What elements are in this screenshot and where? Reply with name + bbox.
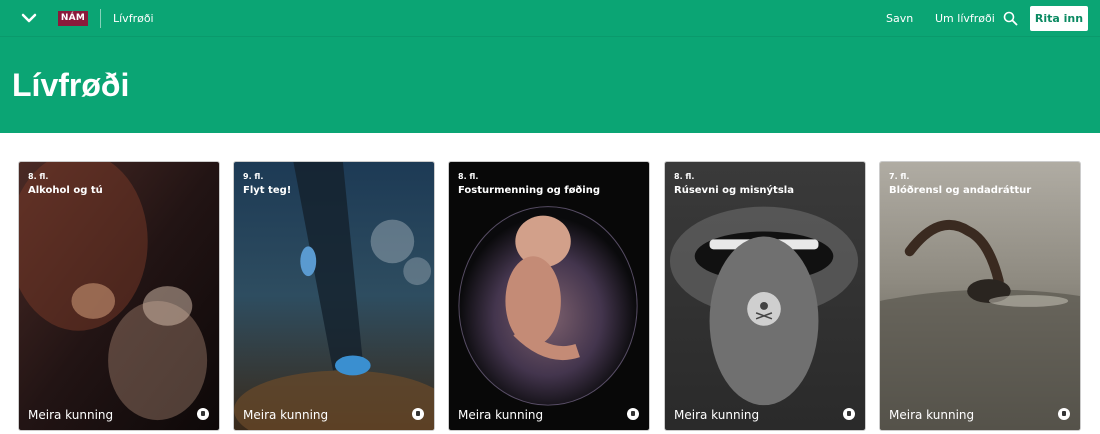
login-button[interactable]: Rita inn <box>1030 6 1088 31</box>
card-image <box>665 162 865 430</box>
card-more-link[interactable]: Meira kunning <box>674 407 759 423</box>
breadcrumb[interactable]: Lívfrøði <box>113 11 154 26</box>
card-more-link[interactable]: Meira kunning <box>28 407 113 423</box>
card-grade: 8. fl. <box>674 172 695 181</box>
course-card[interactable]: 7. fl. Blóðrensl og andadráttur Meira ku… <box>879 161 1081 431</box>
lock-icon <box>843 408 855 420</box>
logo[interactable]: NÁM <box>58 11 88 26</box>
course-card[interactable]: 8. fl. Rúsevni og misnýtsla Meira kunnin… <box>664 161 866 431</box>
card-title: Rúsevni og misnýtsla <box>674 185 794 196</box>
card-image <box>234 162 434 430</box>
card-grade: 8. fl. <box>458 172 479 181</box>
card-more-link[interactable]: Meira kunning <box>243 407 328 423</box>
nav-um-livfrodi[interactable]: Um lívfrøði <box>935 11 995 26</box>
card-title: Blóðrensl og andadráttur <box>889 185 1032 196</box>
top-bar: NÁM Lívfrøði Savn Um lívfrøði Rita inn <box>0 0 1100 37</box>
hero-banner: Lívfrøði <box>0 37 1100 133</box>
course-card[interactable]: 9. fl. Flyt teg! Meira kunning <box>233 161 435 431</box>
card-image <box>19 162 219 430</box>
card-grade: 9. fl. <box>243 172 264 181</box>
card-image <box>880 162 1080 430</box>
lock-icon <box>1058 408 1070 420</box>
card-more-link[interactable]: Meira kunning <box>458 407 543 423</box>
card-image <box>449 162 649 430</box>
search-icon[interactable] <box>1003 11 1018 26</box>
chevron-down-icon[interactable] <box>20 9 38 27</box>
lock-icon <box>197 408 209 420</box>
header-divider <box>100 9 101 28</box>
card-more-link[interactable]: Meira kunning <box>889 407 974 423</box>
card-grade: 8. fl. <box>28 172 49 181</box>
course-card[interactable]: 8. fl. Fosturmenning og føðing Meira kun… <box>448 161 650 431</box>
course-card[interactable]: 8. fl. Alkohol og tú Meira kunning <box>18 161 220 431</box>
nav-savn[interactable]: Savn <box>886 11 913 26</box>
card-title: Alkohol og tú <box>28 185 103 196</box>
page-title: Lívfrøði <box>12 67 130 103</box>
card-title: Flyt teg! <box>243 185 292 196</box>
card-title: Fosturmenning og føðing <box>458 185 601 196</box>
card-grade: 7. fl. <box>889 172 910 181</box>
lock-icon <box>412 408 424 420</box>
lock-icon <box>627 408 639 420</box>
